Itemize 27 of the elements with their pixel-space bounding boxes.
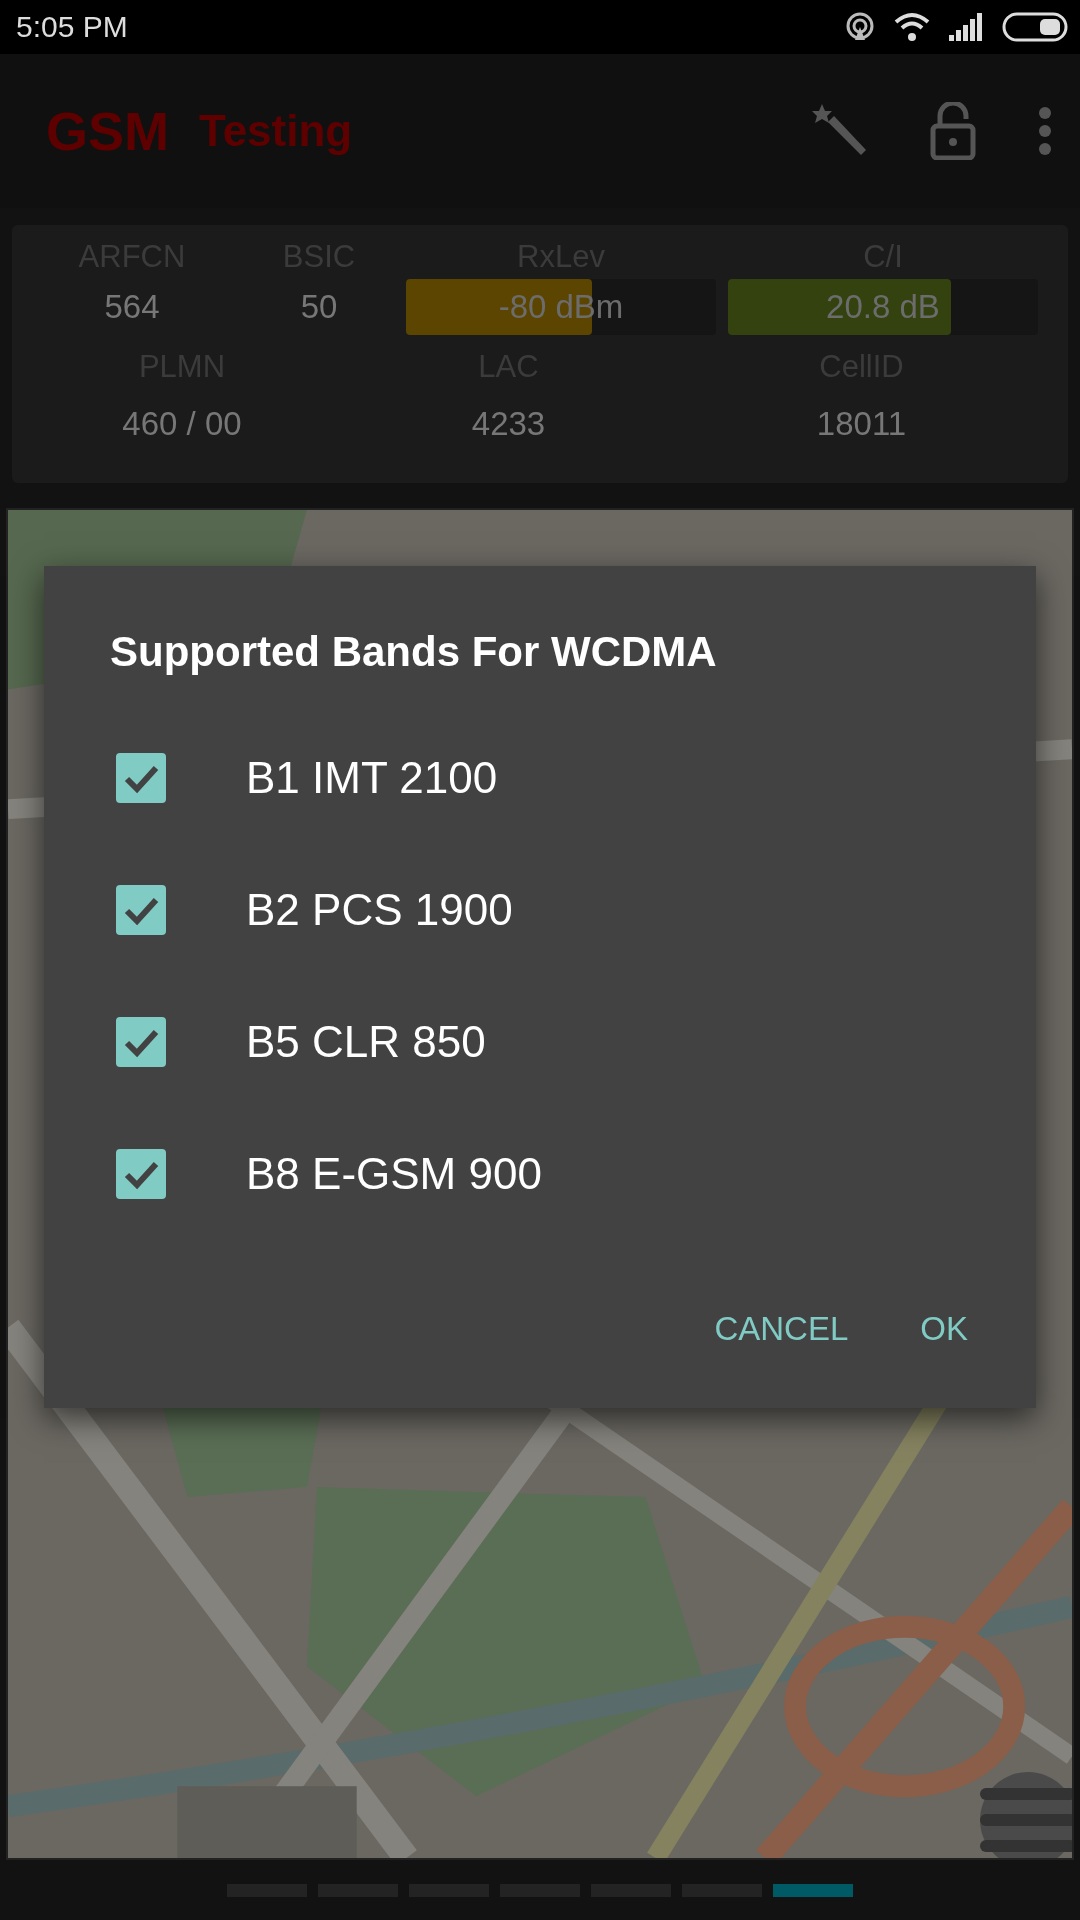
battery-icon xyxy=(1002,12,1068,42)
checkbox[interactable] xyxy=(116,753,166,803)
checkbox[interactable] xyxy=(116,1017,166,1067)
checkbox[interactable] xyxy=(116,1149,166,1199)
app-title: GSM xyxy=(46,100,169,162)
checkbox[interactable] xyxy=(116,885,166,935)
more-options-icon[interactable] xyxy=(1038,106,1052,156)
signal-icon xyxy=(948,13,984,41)
field-value: 4233 xyxy=(471,404,546,444)
page-indicator[interactable] xyxy=(773,1883,853,1897)
wifi-icon xyxy=(894,12,930,42)
band-label[interactable]: B1 IMT 2100 xyxy=(246,753,498,803)
padlock-icon[interactable] xyxy=(930,102,976,160)
dialog-title: Supported Bands For WCDMA xyxy=(110,627,718,677)
meter-reading: 20.8 dB xyxy=(826,288,940,326)
band-label[interactable]: B5 CLR 850 xyxy=(246,1017,486,1067)
app-subtitle: Testing xyxy=(199,106,354,156)
field-value: 460 / 00 xyxy=(122,404,242,444)
band-label[interactable]: B2 PCS 1900 xyxy=(246,885,513,935)
field-value: 564 xyxy=(104,287,160,327)
clock-time: 5:05 PM xyxy=(16,10,129,44)
field-value: 18011 xyxy=(816,404,907,444)
band-label[interactable]: B8 E-GSM 900 xyxy=(246,1149,542,1199)
cancel-button[interactable]: CANCEL xyxy=(688,1290,875,1368)
ok-button[interactable]: OK xyxy=(894,1290,994,1368)
hotspot-icon xyxy=(844,11,876,43)
field-value: 50 xyxy=(300,287,338,327)
